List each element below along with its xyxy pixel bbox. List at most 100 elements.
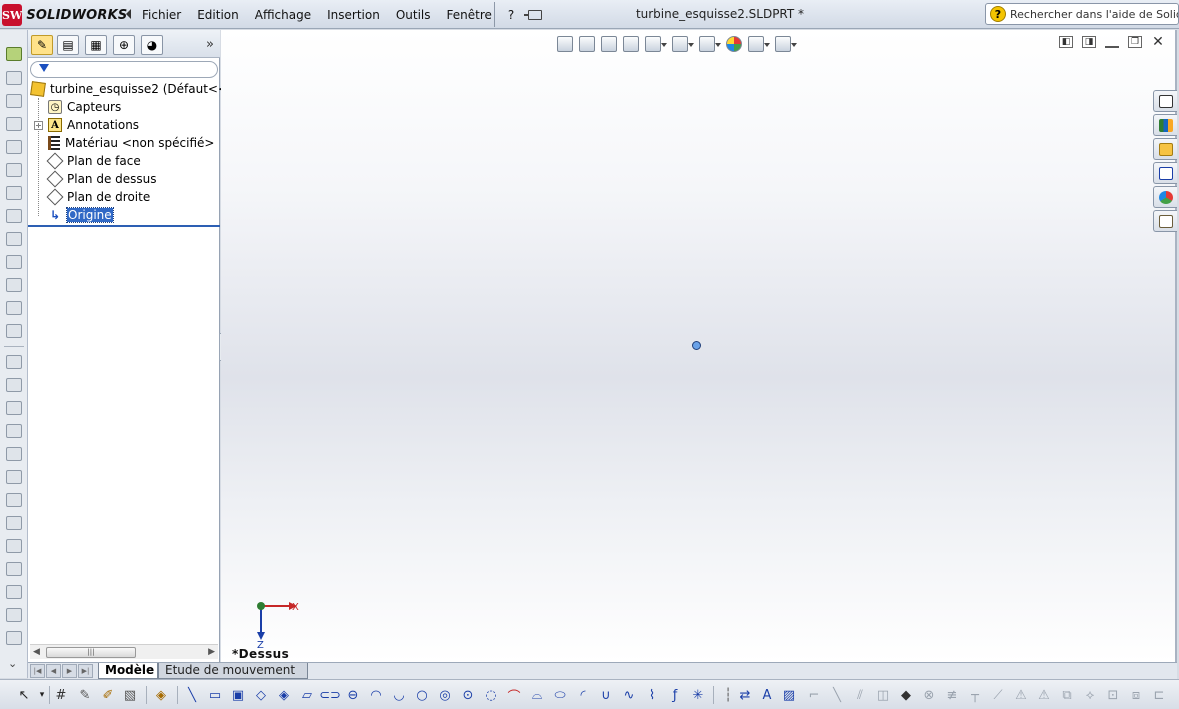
circle-icon[interactable]: ○ <box>414 687 430 703</box>
close-icon[interactable]: ✕ <box>1151 35 1165 49</box>
text-icon[interactable]: A <box>759 687 775 703</box>
menu-edition[interactable]: Edition <box>189 8 247 22</box>
dome-icon[interactable] <box>6 493 22 507</box>
linear-pattern-icon[interactable]: ⊡ <box>1105 687 1121 703</box>
zoom-to-area-icon[interactable] <box>579 36 595 52</box>
tab-file-explorer[interactable] <box>1153 138 1177 160</box>
prev-tab-icon[interactable]: ◀ <box>46 664 61 678</box>
shell-icon[interactable] <box>6 324 22 338</box>
grid-icon[interactable]: # <box>53 687 69 703</box>
rib-icon[interactable] <box>6 401 22 415</box>
instant3d-icon[interactable] <box>6 585 22 599</box>
corner-rectangle-icon[interactable]: ◇ <box>253 687 269 703</box>
tab-design-library[interactable] <box>1153 114 1177 136</box>
tree-item-plan-de-dessus[interactable]: Plan de dessus <box>28 170 220 188</box>
sweep-icon[interactable] <box>6 117 22 131</box>
restore-icon[interactable]: ❐ <box>1128 36 1142 48</box>
tab-appearances[interactable] <box>1153 186 1177 208</box>
lofted-cut-icon[interactable] <box>6 278 22 292</box>
convert-entities-icon[interactable]: ⇄ <box>737 687 753 703</box>
menu-fenetre[interactable]: Fenêtre <box>439 8 500 22</box>
last-tab-icon[interactable]: ▶| <box>78 664 93 678</box>
pattern-icon[interactable] <box>6 447 22 461</box>
feature-tree-hscrollbar[interactable]: ◀ ||| ▶ <box>30 644 218 659</box>
pin-icon[interactable] <box>524 10 543 20</box>
graphics-area[interactable]: ◧ ◨ ❐ ✕ X Z *Dessus <box>221 30 1177 662</box>
reference-geometry-icon[interactable] <box>6 539 22 553</box>
sketch-picture-icon[interactable]: ▧ <box>122 687 138 703</box>
curves-icon[interactable] <box>6 562 22 576</box>
extend-entities-icon[interactable]: ◫ <box>875 687 891 703</box>
menu-collapse-icon[interactable] <box>126 9 131 19</box>
line-icon[interactable]: ╲ <box>184 687 200 703</box>
help-search-box[interactable]: ? Rechercher dans l'aide de SolidWorks <box>985 3 1179 25</box>
select-icon[interactable]: ↖ <box>16 687 32 703</box>
center-slot-icon[interactable]: ⊖ <box>345 687 361 703</box>
feature-tree-tab-icon[interactable]: ✎ <box>31 35 53 55</box>
sketch-chamfer-icon[interactable]: ⌐ <box>806 687 822 703</box>
move-entities-icon[interactable]: ⟋ <box>990 687 1006 703</box>
menu-outils[interactable]: Outils <box>388 8 439 22</box>
scroll-left-icon[interactable]: ◀ <box>33 647 40 657</box>
tree-item-plan-de-droite[interactable]: Plan de droite <box>28 188 220 206</box>
scroll-right-icon[interactable]: ▶ <box>208 647 215 657</box>
trim-entities-icon[interactable]: ⫽ <box>852 687 868 703</box>
feature-tree-filter[interactable] <box>30 61 218 78</box>
loft-icon[interactable] <box>6 140 22 154</box>
sketch-origin-point[interactable] <box>692 341 701 350</box>
display-manager-tab-icon[interactable]: ◕ <box>141 35 163 55</box>
edit-appearance-icon[interactable] <box>726 36 742 52</box>
perimeter-circle-icon[interactable]: ◎ <box>437 687 453 703</box>
freeform-icon[interactable] <box>6 608 22 622</box>
tree-item-material[interactable]: Matériau <non spécifié> <box>28 134 220 152</box>
tile-right-icon[interactable]: ◨ <box>1082 36 1096 48</box>
configuration-manager-tab-icon[interactable]: ▦ <box>85 35 107 55</box>
solidworks-logo[interactable]: SW SOLIDWORKS <box>2 3 127 27</box>
tree-item-annotations[interactable]: + A Annotations <box>28 116 220 134</box>
scale-entities-icon[interactable]: ⚠ <box>1036 687 1052 703</box>
sketch-icon[interactable]: ✎ <box>77 687 93 703</box>
modify-sketch-icon[interactable]: ⊏ <box>1151 687 1167 703</box>
center-arc-slot-icon[interactable]: ◡ <box>391 687 407 703</box>
boundary-cut-icon[interactable] <box>6 301 22 315</box>
apply-scene-icon[interactable] <box>748 36 770 52</box>
tab-motion-study[interactable]: Etude de mouvement 1 <box>158 663 308 692</box>
3point-rectangle-icon[interactable]: ◈ <box>276 687 292 703</box>
fillet-icon[interactable] <box>6 355 22 369</box>
split-entities-icon[interactable]: ◆ <box>898 687 914 703</box>
menu-fichier[interactable]: Fichier <box>134 8 189 22</box>
point-icon[interactable]: ✳ <box>690 687 706 703</box>
wrap-icon[interactable] <box>6 516 22 530</box>
tree-root-part[interactable]: turbine_esquisse2 (Défaut<<Dé <box>28 80 245 98</box>
intersect-icon[interactable] <box>6 631 22 645</box>
centerpoint-arc-icon[interactable]: ⊙ <box>460 687 476 703</box>
tab-custom-properties[interactable] <box>1153 210 1177 232</box>
scroll-thumb[interactable]: ||| <box>46 647 136 658</box>
display-style-icon[interactable] <box>672 36 694 52</box>
sketch-fillet-icon[interactable]: ▨ <box>781 687 797 703</box>
polygon-icon[interactable]: ⌓ <box>529 687 545 703</box>
circular-pattern-icon[interactable]: ⧈ <box>1128 687 1144 703</box>
rotate-entities-icon[interactable]: ⚠ <box>1013 687 1029 703</box>
sketch-icon[interactable] <box>6 47 22 61</box>
extrude-cut-icon[interactable] <box>6 186 22 200</box>
mirror-entities-icon[interactable]: ≢ <box>944 687 960 703</box>
view-orientation-icon[interactable] <box>645 36 667 52</box>
tree-item-origine[interactable]: ↳ Origine <box>28 206 220 224</box>
3d-sketch-icon[interactable]: ✐ <box>100 687 116 703</box>
arc-slot-icon[interactable]: ◠ <box>368 687 384 703</box>
tab-modele[interactable]: Modèle <box>98 663 158 679</box>
tile-left-icon[interactable]: ◧ <box>1059 36 1073 48</box>
copy-entities-icon[interactable]: ⧉ <box>1059 687 1075 703</box>
rollback-bar[interactable] <box>28 225 220 227</box>
slot-icon[interactable]: ⊂⊃ <box>319 687 341 703</box>
tab-solidworks-resources[interactable] <box>1153 90 1177 112</box>
menu-help[interactable]: ? <box>500 8 522 22</box>
menu-insertion[interactable]: Insertion <box>319 8 388 22</box>
hide-show-items-icon[interactable] <box>699 36 721 52</box>
partial-ellipse-icon[interactable]: ◜ <box>575 687 591 703</box>
menu-affichage[interactable]: Affichage <box>247 8 319 22</box>
chamfer-icon[interactable] <box>6 378 22 392</box>
section-view-icon[interactable] <box>623 36 639 52</box>
spline-on-surface-icon[interactable]: ⌇ <box>644 687 660 703</box>
